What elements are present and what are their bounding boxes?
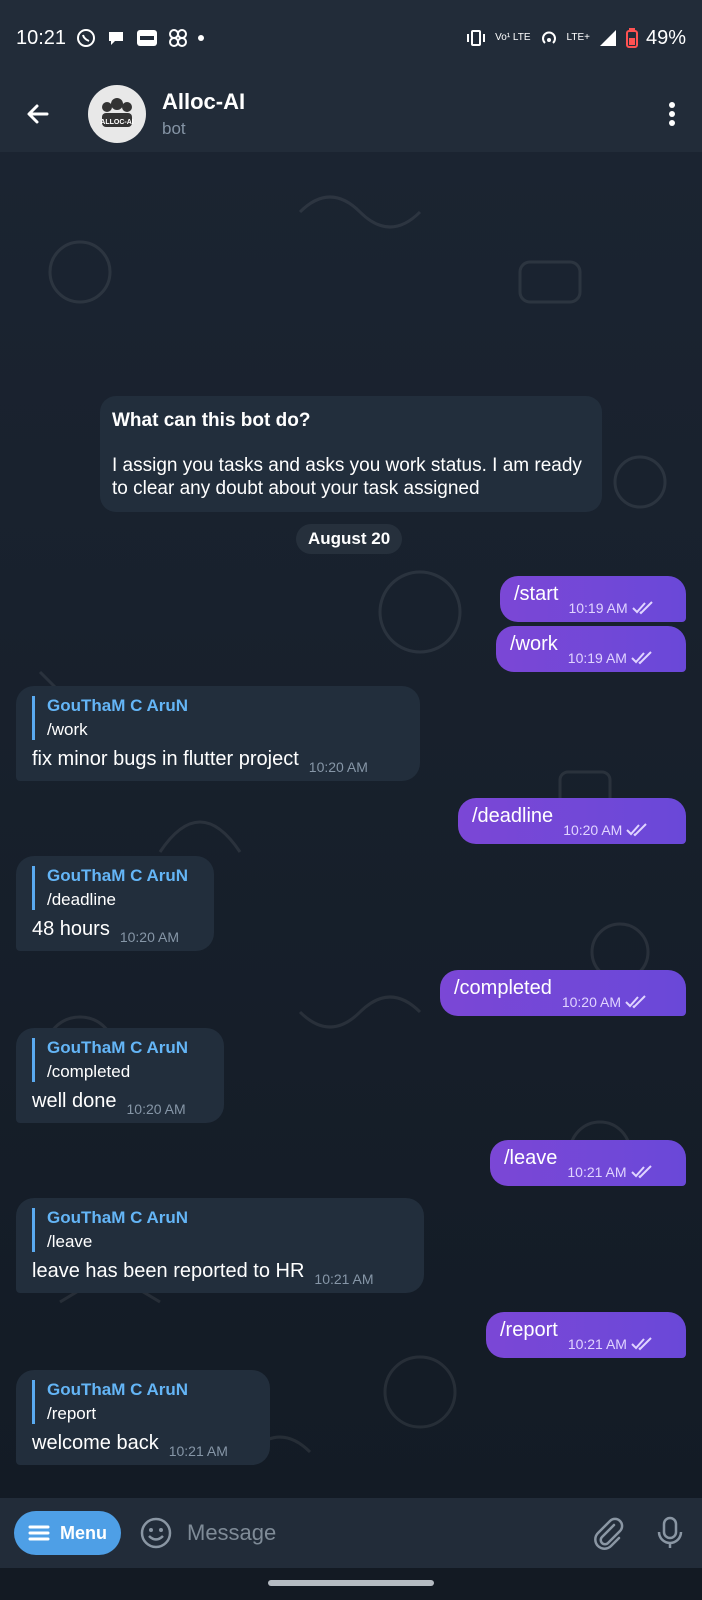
lte-label: LTE+ bbox=[566, 32, 590, 43]
bot-menu-button[interactable]: Menu bbox=[14, 1511, 121, 1555]
menu-icon bbox=[28, 1525, 50, 1541]
bot-info-card: What can this bot do? I assign you tasks… bbox=[100, 396, 602, 512]
reply-author: GouThaM C AruN bbox=[47, 866, 189, 885]
bot-info-title: What can this bot do? bbox=[112, 410, 311, 431]
reply-author: GouThaM C AruN bbox=[47, 1208, 189, 1227]
outgoing-message[interactable]: /report 10:21 AM bbox=[486, 1312, 686, 1358]
chat-subtitle: bot bbox=[162, 119, 186, 138]
double-check-icon bbox=[626, 823, 648, 837]
vibrate-icon bbox=[465, 29, 487, 47]
hotspot-icon bbox=[539, 28, 559, 48]
message-time: 10:21 AM bbox=[567, 1164, 627, 1180]
back-button[interactable] bbox=[0, 76, 76, 152]
message-time: 10:20 AM bbox=[308, 759, 368, 775]
double-check-icon bbox=[625, 995, 646, 1009]
paytm-icon bbox=[136, 29, 158, 47]
message-text: /deadline bbox=[472, 805, 554, 827]
home-indicator[interactable] bbox=[268, 1580, 434, 1586]
status-bar: 10:21 Vo¹ LTE LTE+ 49% bbox=[0, 0, 702, 76]
message-text: /work bbox=[510, 633, 558, 655]
signal-icon bbox=[598, 28, 618, 48]
outgoing-message[interactable]: /deadline 10:20 AM bbox=[458, 798, 686, 844]
emoji-icon[interactable] bbox=[139, 1516, 173, 1550]
bot-avatar[interactable]: ALLOC-AI bbox=[88, 85, 146, 143]
message-time: 10:20 AM bbox=[126, 1101, 186, 1117]
reply-quote[interactable]: GouThaM C AruN /deadline bbox=[32, 866, 200, 910]
messages-icon bbox=[106, 28, 126, 48]
chat-area[interactable]: What can this bot do? I assign you tasks… bbox=[0, 152, 702, 1498]
dot-icon bbox=[198, 35, 205, 41]
outgoing-message[interactable]: /work 10:19 AM bbox=[496, 626, 686, 672]
microphone-icon[interactable] bbox=[652, 1515, 688, 1551]
message-time: 10:21 AM bbox=[168, 1443, 228, 1459]
reply-text: /deadline bbox=[47, 890, 117, 909]
whatsapp-icon bbox=[76, 28, 96, 48]
message-text: leave has been reported to HR bbox=[32, 1260, 305, 1282]
battery-percent: 49% bbox=[645, 26, 686, 49]
message-time: 10:19 AM bbox=[568, 600, 628, 616]
bot-info-body: I assign you tasks and asks you work sta… bbox=[112, 455, 582, 499]
reply-text: /work bbox=[47, 720, 88, 739]
date-chip: August 20 bbox=[296, 524, 403, 554]
double-check-icon bbox=[631, 651, 652, 665]
double-check-icon bbox=[630, 1165, 652, 1179]
system-nav-area bbox=[0, 1568, 702, 1600]
message-text: fix minor bugs in flutter project bbox=[32, 748, 299, 770]
message-text: /report bbox=[500, 1319, 558, 1341]
reply-text: /leave bbox=[47, 1232, 93, 1251]
message-text: /start bbox=[514, 583, 559, 605]
outgoing-message[interactable]: /completed 10:20 AM bbox=[440, 970, 686, 1016]
incoming-message[interactable]: GouThaM C AruN /report welcome back 10:2… bbox=[16, 1370, 270, 1465]
message-input[interactable] bbox=[187, 1520, 580, 1546]
double-check-icon bbox=[631, 1337, 652, 1351]
reply-quote[interactable]: GouThaM C AruN /completed bbox=[32, 1038, 210, 1082]
menu-button-label: Menu bbox=[60, 1522, 107, 1543]
message-input-bar: Menu bbox=[0, 1498, 702, 1568]
message-text: /leave bbox=[504, 1147, 558, 1169]
message-text: well done bbox=[32, 1090, 117, 1112]
message-text: 48 hours bbox=[32, 918, 110, 940]
incoming-message[interactable]: GouThaM C AruN /work fix minor bugs in f… bbox=[16, 686, 420, 781]
incoming-message[interactable]: GouThaM C AruN /completed well done 10:2… bbox=[16, 1028, 224, 1123]
reply-text: /report bbox=[47, 1404, 97, 1423]
double-check-icon bbox=[631, 601, 653, 615]
message-time: 10:21 AM bbox=[314, 1271, 374, 1287]
message-time: 10:20 AM bbox=[563, 822, 623, 838]
more-vert-icon bbox=[669, 102, 675, 126]
battery-icon bbox=[625, 28, 638, 48]
message-text: /completed bbox=[454, 977, 552, 999]
status-time: 10:21 bbox=[16, 26, 67, 49]
message-time: 10:19 AM bbox=[567, 650, 627, 666]
reply-author: GouThaM C AruN bbox=[47, 696, 189, 715]
reply-quote[interactable]: GouThaM C AruN /report bbox=[32, 1380, 256, 1424]
pinwheel-icon bbox=[168, 28, 188, 48]
reply-author: GouThaM C AruN bbox=[47, 1038, 189, 1057]
volte-icon: Vo¹ LTE bbox=[495, 32, 531, 43]
chat-header: ALLOC-AI Alloc-AI bot bbox=[0, 76, 702, 152]
message-time: 10:20 AM bbox=[119, 929, 179, 945]
incoming-message[interactable]: GouThaM C AruN /deadline 48 hours 10:20 … bbox=[16, 856, 214, 951]
reply-quote[interactable]: GouThaM C AruN /work bbox=[32, 696, 406, 740]
message-text: welcome back bbox=[32, 1432, 159, 1454]
outgoing-message[interactable]: /leave 10:21 AM bbox=[490, 1140, 686, 1186]
attach-icon[interactable] bbox=[590, 1515, 626, 1551]
reply-quote[interactable]: GouThaM C AruN /leave bbox=[32, 1208, 410, 1252]
message-time: 10:21 AM bbox=[567, 1336, 627, 1352]
more-options-button[interactable] bbox=[642, 76, 702, 152]
back-arrow-icon bbox=[27, 104, 49, 124]
incoming-message[interactable]: GouThaM C AruN /leave leave has been rep… bbox=[16, 1198, 424, 1293]
svg-text:ALLOC-AI: ALLOC-AI bbox=[100, 119, 133, 126]
reply-author: GouThaM C AruN bbox=[47, 1380, 189, 1399]
reply-text: /completed bbox=[47, 1062, 131, 1081]
message-time: 10:20 AM bbox=[561, 994, 621, 1010]
chat-title[interactable]: Alloc-AI bbox=[162, 89, 245, 115]
outgoing-message[interactable]: /start 10:19 AM bbox=[500, 576, 686, 622]
